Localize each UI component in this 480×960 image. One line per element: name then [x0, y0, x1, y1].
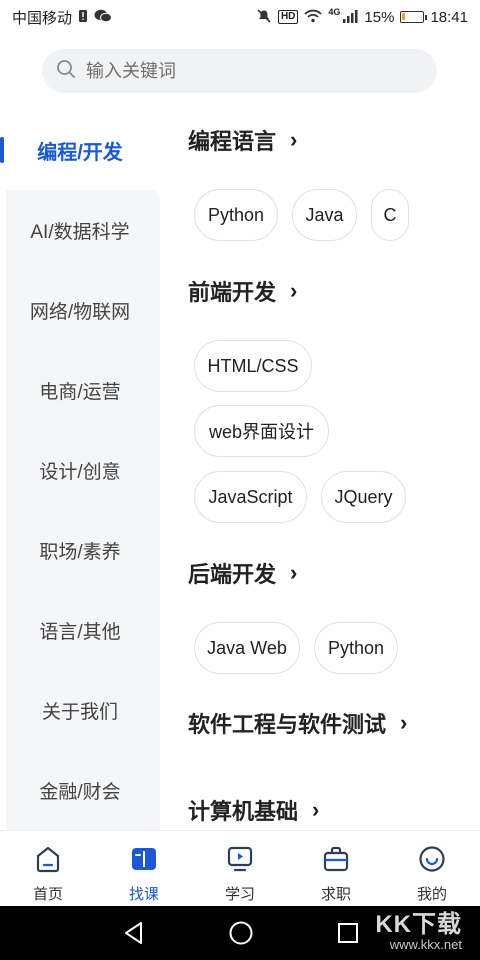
- search-icon: [56, 59, 76, 84]
- smile-icon: [418, 845, 446, 877]
- recents-icon[interactable]: [336, 920, 360, 951]
- sidebar-item-programming[interactable]: 编程/开发: [0, 110, 160, 190]
- section-header-programming-languages[interactable]: 编程语言 ›: [188, 124, 297, 156]
- sidebar-item-label: 关于我们: [41, 701, 118, 723]
- back-icon[interactable]: [122, 920, 146, 951]
- nav-study[interactable]: 学习: [192, 831, 288, 907]
- tag-chip[interactable]: JavaScript: [194, 471, 307, 523]
- section-header-software-engineering[interactable]: 软件工程与软件测试 ›: [188, 707, 407, 739]
- status-bar-right: HD 4G 15% 18:41: [256, 7, 468, 26]
- search-input[interactable]: [86, 60, 406, 82]
- sidebar-item-design[interactable]: 设计/创意: [0, 430, 160, 510]
- watermark: KK下载 www.kkx.net: [375, 911, 462, 953]
- tag-chip[interactable]: Java: [292, 189, 357, 241]
- sidebar-item-label: 语言/其他: [39, 621, 121, 643]
- section-title: 后端开发: [188, 562, 277, 587]
- section-title: 软件工程与软件测试: [188, 712, 387, 737]
- section-title: 计算机基础: [188, 799, 299, 824]
- chevron-right-icon: ›: [290, 560, 298, 585]
- carrier-label: 中国移动: [12, 9, 73, 27]
- watermark-url: www.kkx.net: [389, 937, 462, 953]
- section-header-computer-basics[interactable]: 计算机基础 ›: [188, 794, 319, 826]
- sidebar-item-label: 设计/创意: [39, 461, 121, 483]
- nav-label: 首页: [32, 886, 63, 903]
- nav-label: 找课: [128, 886, 159, 903]
- nav-mine[interactable]: 我的: [384, 831, 480, 907]
- network-type-label: 4G: [328, 7, 341, 17]
- chevron-right-icon: ›: [290, 127, 298, 152]
- active-indicator: [0, 137, 4, 163]
- tag-chip[interactable]: Python: [314, 622, 398, 674]
- nav-home[interactable]: 首页: [0, 831, 96, 907]
- course-category-content: 编程语言 › Python Java C 前端开发 › HTML/CSS web…: [160, 108, 480, 830]
- battery-icon: [400, 11, 428, 23]
- nav-label: 求职: [320, 886, 351, 903]
- sidebar-item-label: 网络/物联网: [29, 301, 131, 323]
- section-title: 编程语言: [188, 129, 277, 154]
- section-title: 前端开发: [188, 280, 277, 305]
- chevron-right-icon: ›: [312, 797, 320, 822]
- play-screen-icon: [226, 845, 254, 877]
- battery-percent: 15%: [364, 8, 395, 26]
- wechat-icon: [94, 9, 113, 25]
- sidebar-item-label: AI/数据科学: [30, 221, 130, 243]
- sidebar-item-about-us[interactable]: 关于我们: [0, 670, 160, 750]
- tag-chip[interactable]: Python: [194, 189, 278, 241]
- wifi-icon: [304, 9, 323, 25]
- category-sidebar: 编程/开发 AI/数据科学 网络/物联网 电商/运营 设计/创意 职场/素养 语…: [0, 108, 160, 830]
- sidebar-item-workplace[interactable]: 职场/素养: [0, 510, 160, 590]
- sidebar-item-language-other[interactable]: 语言/其他: [0, 590, 160, 670]
- tag-chip[interactable]: web界面设计: [194, 405, 329, 457]
- nav-jobs[interactable]: 求职: [288, 831, 384, 907]
- chevron-right-icon: ›: [400, 710, 408, 735]
- signal-icon: [342, 9, 358, 25]
- mute-icon: [256, 8, 272, 26]
- nav-label: 学习: [224, 886, 255, 903]
- nav-label: 我的: [416, 886, 447, 903]
- hd-badge: HD: [277, 10, 299, 24]
- tag-chip[interactable]: C: [371, 189, 409, 241]
- nav-find-course[interactable]: 找课: [96, 831, 192, 907]
- book-icon: [130, 845, 158, 877]
- home-icon: [34, 845, 62, 877]
- sidebar-item-ecommerce[interactable]: 电商/运营: [0, 350, 160, 430]
- clock: 18:41: [430, 8, 468, 26]
- chevron-right-icon: ›: [290, 278, 298, 303]
- watermark-logo: KK下载: [375, 911, 462, 938]
- battery-level: [402, 13, 406, 20]
- sim-alert-icon: [78, 9, 88, 25]
- status-bar: 中国移动 HD 4G 15% 18:41: [0, 0, 480, 34]
- sidebar-item-network-iot[interactable]: 网络/物联网: [0, 270, 160, 350]
- system-navigation-bar: KK下载 www.kkx.net: [0, 906, 480, 960]
- section-header-frontend[interactable]: 前端开发 ›: [188, 275, 297, 307]
- tag-chip[interactable]: HTML/CSS: [194, 340, 312, 392]
- tag-chip[interactable]: Java Web: [194, 622, 300, 674]
- sidebar-item-label: 电商/运营: [39, 381, 121, 403]
- sidebar-item-finance[interactable]: 金融/财会: [0, 750, 160, 830]
- section-header-backend[interactable]: 后端开发 ›: [188, 557, 297, 589]
- sidebar-item-label: 编程/开发: [37, 141, 123, 164]
- status-bar-left: 中国移动: [12, 7, 113, 28]
- sidebar-item-label: 职场/素养: [39, 541, 121, 563]
- bottom-navigation: 首页 找课 学习 求职 我的: [0, 830, 480, 906]
- home-circle-icon[interactable]: [228, 920, 254, 951]
- sidebar-item-ai-data-science[interactable]: AI/数据科学: [0, 190, 160, 270]
- sidebar-item-label: 金融/财会: [39, 781, 121, 803]
- search-bar[interactable]: [42, 49, 437, 93]
- briefcase-icon: [322, 845, 350, 877]
- tag-chip[interactable]: JQuery: [321, 471, 406, 523]
